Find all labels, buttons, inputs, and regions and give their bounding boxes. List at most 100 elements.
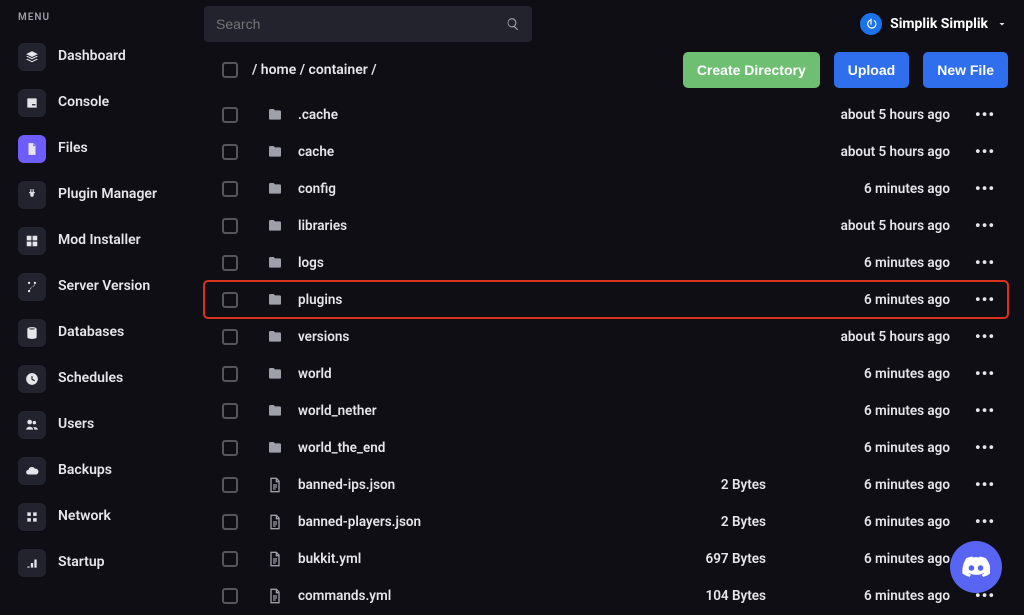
file-size: 2 Bytes bbox=[646, 514, 766, 530]
sidebar-item-schedules[interactable]: Schedules bbox=[10, 357, 190, 401]
file-time: 6 minutes ago bbox=[780, 403, 950, 419]
row-menu-button[interactable]: ••• bbox=[974, 512, 996, 531]
row-checkbox[interactable] bbox=[222, 329, 238, 345]
file-time: 6 minutes ago bbox=[780, 292, 950, 308]
file-name: world bbox=[298, 366, 632, 382]
row-checkbox[interactable] bbox=[222, 477, 238, 493]
clock-icon bbox=[18, 365, 46, 393]
row-checkbox[interactable] bbox=[222, 403, 238, 419]
db-icon bbox=[18, 319, 46, 347]
grid-icon bbox=[18, 227, 46, 255]
sidebar-item-network[interactable]: Network bbox=[10, 495, 190, 539]
file-row[interactable]: banned-ips.json2 Bytes6 minutes ago••• bbox=[204, 466, 1008, 503]
row-checkbox[interactable] bbox=[222, 255, 238, 271]
sidebar-item-databases[interactable]: Databases bbox=[10, 311, 190, 355]
sidebar-item-label: Databases bbox=[58, 324, 124, 342]
file-icon bbox=[266, 477, 284, 493]
sidebar-item-label: Server Version bbox=[58, 278, 150, 296]
row-checkbox[interactable] bbox=[222, 588, 238, 604]
file-name: config bbox=[298, 181, 632, 197]
user-menu[interactable]: Simplik Simplik bbox=[860, 13, 1008, 35]
row-menu-button[interactable]: ••• bbox=[974, 401, 996, 420]
row-checkbox[interactable] bbox=[222, 218, 238, 234]
row-menu-button[interactable]: ••• bbox=[974, 142, 996, 161]
file-row[interactable]: cache about 5 hours ago ••• bbox=[204, 133, 1008, 170]
plug-icon bbox=[18, 181, 46, 209]
upload-button[interactable]: Upload bbox=[834, 52, 909, 88]
new-file-button[interactable]: New File bbox=[923, 52, 1008, 88]
file-row[interactable]: plugins6 minutes ago••• bbox=[204, 281, 1008, 318]
folder-icon bbox=[266, 329, 284, 345]
row-menu-button[interactable]: ••• bbox=[974, 364, 996, 383]
discord-button[interactable] bbox=[950, 541, 1002, 593]
search-input[interactable] bbox=[216, 16, 520, 32]
sidebar-item-users[interactable]: Users bbox=[10, 403, 190, 447]
sidebar-item-server-version[interactable]: Server Version bbox=[10, 265, 190, 309]
chevron-down-icon bbox=[996, 18, 1008, 30]
file-row[interactable]: config 6 minutes ago ••• bbox=[204, 170, 1008, 207]
sidebar-item-mod-installer[interactable]: Mod Installer bbox=[10, 219, 190, 263]
file-row[interactable]: banned-players.json2 Bytes6 minutes ago•… bbox=[204, 503, 1008, 540]
file-time: 6 minutes ago bbox=[780, 181, 950, 197]
sidebar-item-label: Plugin Manager bbox=[58, 186, 157, 204]
search-icon bbox=[506, 17, 520, 31]
file-time: 6 minutes ago bbox=[780, 255, 950, 271]
cloud-icon bbox=[18, 457, 46, 485]
row-checkbox[interactable] bbox=[222, 551, 238, 567]
file-time: about 5 hours ago bbox=[780, 144, 950, 160]
discord-icon bbox=[962, 556, 990, 578]
row-menu-button[interactable]: ••• bbox=[974, 327, 996, 346]
row-checkbox[interactable] bbox=[222, 144, 238, 160]
sidebar-item-startup[interactable]: Startup bbox=[10, 541, 190, 585]
row-checkbox[interactable] bbox=[222, 366, 238, 382]
file-size: 2 Bytes bbox=[646, 477, 766, 493]
folder-icon bbox=[266, 403, 284, 419]
file-row[interactable]: .cacheabout 5 hours ago••• bbox=[204, 96, 1008, 133]
file-name: cache bbox=[298, 144, 632, 160]
file-row[interactable]: world_nether 6 minutes ago ••• bbox=[204, 392, 1008, 429]
file-time: 6 minutes ago bbox=[780, 477, 950, 493]
breadcrumb[interactable]: / home / container / bbox=[252, 62, 377, 78]
row-checkbox[interactable] bbox=[222, 107, 238, 123]
file-row[interactable]: world6 minutes ago••• bbox=[204, 355, 1008, 392]
topbar: Simplik Simplik bbox=[200, 0, 1024, 42]
file-time: 6 minutes ago bbox=[780, 514, 950, 530]
file-row[interactable]: bukkit.yml697 Bytes6 minutes ago••• bbox=[204, 540, 1008, 577]
file-row[interactable]: commands.yml104 Bytes6 minutes ago••• bbox=[204, 577, 1008, 614]
file-row[interactable]: logs6 minutes ago••• bbox=[204, 244, 1008, 281]
row-menu-button[interactable]: ••• bbox=[974, 253, 996, 272]
sidebar-item-label: Files bbox=[58, 140, 88, 158]
sidebar-item-files[interactable]: Files bbox=[10, 127, 190, 171]
search-input-wrap[interactable] bbox=[204, 6, 532, 42]
file-row[interactable]: librariesabout 5 hours ago••• bbox=[204, 207, 1008, 244]
select-all-checkbox[interactable] bbox=[222, 62, 238, 78]
row-checkbox[interactable] bbox=[222, 440, 238, 456]
row-menu-button[interactable]: ••• bbox=[974, 290, 996, 309]
folder-icon bbox=[266, 181, 284, 197]
sidebar-item-dashboard[interactable]: Dashboard bbox=[10, 35, 190, 79]
row-menu-button[interactable]: ••• bbox=[974, 438, 996, 457]
folder-icon bbox=[266, 144, 284, 160]
file-time: 6 minutes ago bbox=[780, 440, 950, 456]
row-checkbox[interactable] bbox=[222, 181, 238, 197]
row-checkbox[interactable] bbox=[222, 292, 238, 308]
create-directory-button[interactable]: Create Directory bbox=[683, 52, 820, 88]
file-row[interactable]: world_the_end6 minutes ago••• bbox=[204, 429, 1008, 466]
sidebar-item-label: Mod Installer bbox=[58, 232, 141, 250]
row-menu-button[interactable]: ••• bbox=[974, 105, 996, 124]
folder-icon bbox=[266, 218, 284, 234]
sidebar-item-backups[interactable]: Backups bbox=[10, 449, 190, 493]
row-menu-button[interactable]: ••• bbox=[974, 179, 996, 198]
row-menu-button[interactable]: ••• bbox=[974, 475, 996, 494]
sidebar-item-console[interactable]: Console bbox=[10, 81, 190, 125]
folder-icon bbox=[266, 440, 284, 456]
file-row[interactable]: versionsabout 5 hours ago••• bbox=[204, 318, 1008, 355]
sidebar-item-label: Startup bbox=[58, 554, 105, 572]
row-menu-button[interactable]: ••• bbox=[974, 216, 996, 235]
file-time: 6 minutes ago bbox=[780, 551, 950, 567]
file-time: 6 minutes ago bbox=[780, 588, 950, 604]
sidebar-item-plugin-manager[interactable]: Plugin Manager bbox=[10, 173, 190, 217]
file-name: world_nether bbox=[298, 403, 632, 419]
file-icon bbox=[266, 551, 284, 567]
row-checkbox[interactable] bbox=[222, 514, 238, 530]
